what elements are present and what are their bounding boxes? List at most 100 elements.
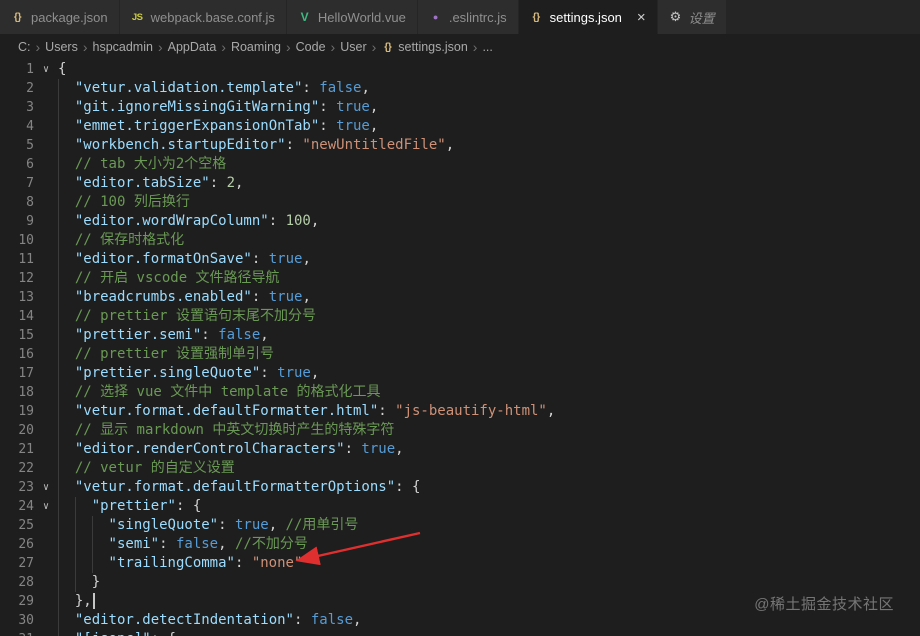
line-number: 21	[0, 440, 34, 459]
code-line-28[interactable]: 28}	[0, 573, 920, 592]
line-number: 12	[0, 269, 34, 288]
breadcrumb-item[interactable]: Roaming	[229, 40, 283, 54]
fold-chevron-icon[interactable]: ∨	[34, 60, 58, 79]
breadcrumb-separator: ›	[220, 39, 227, 55]
code-line-10[interactable]: 10// 保存时格式化	[0, 231, 920, 250]
line-number: 24	[0, 497, 34, 516]
code-text: "prettier": {	[58, 497, 201, 516]
code-text: "prettier.singleQuote": true,	[58, 364, 319, 383]
tab-eslintrc-js[interactable]: ●.eslintrc.js	[418, 0, 519, 34]
code-line-3[interactable]: 3"git.ignoreMissingGitWarning": true,	[0, 98, 920, 117]
json-file-icon: {}	[11, 11, 24, 23]
code-line-16[interactable]: 16// prettier 设置强制单引号	[0, 345, 920, 364]
line-number: 17	[0, 364, 34, 383]
line-number: 13	[0, 288, 34, 307]
code-line-20[interactable]: 20// 显示 markdown 中英文切换时产生的特殊字符	[0, 421, 920, 440]
tab-helloworld-vue[interactable]: VHelloWorld.vue	[287, 0, 418, 34]
code-line-1[interactable]: 1∨{	[0, 60, 920, 79]
code-text: "workbench.startupEditor": "newUntitledF…	[58, 136, 454, 155]
code-line-18[interactable]: 18// 选择 vue 文件中 template 的格式化工具	[0, 383, 920, 402]
json-file-icon: {}	[381, 41, 394, 53]
code-line-17[interactable]: 17 "prettier.singleQuote": true,	[0, 364, 920, 383]
line-number: 9	[0, 212, 34, 231]
code-line-22[interactable]: 22// vetur 的自定义设置	[0, 459, 920, 478]
breadcrumb-item[interactable]: User	[338, 40, 368, 54]
line-number: 30	[0, 611, 34, 630]
line-number: 19	[0, 402, 34, 421]
breadcrumb-item[interactable]: Users	[43, 40, 80, 54]
settings-file-icon: ⚙	[669, 9, 682, 25]
code-text: // tab 大小为2个空格	[58, 155, 226, 174]
line-number: 15	[0, 326, 34, 345]
tab-label: 设置	[689, 8, 715, 27]
code-text: "[jsonc]": {	[58, 630, 176, 636]
code-line-11[interactable]: 11 "editor.formatOnSave": true,	[0, 250, 920, 269]
line-number: 18	[0, 383, 34, 402]
fold-chevron-icon[interactable]: ∨	[34, 478, 58, 497]
breadcrumb-item[interactable]: AppData	[166, 40, 219, 54]
fold-spacer	[34, 592, 58, 611]
breadcrumb-item[interactable]: {}settings.json	[379, 40, 469, 54]
tab-close-icon[interactable]: ×	[637, 10, 646, 25]
fold-spacer	[34, 212, 58, 231]
code-line-23[interactable]: 23∨"vetur.format.defaultFormatterOptions…	[0, 478, 920, 497]
code-text: // 开启 vscode 文件路径导航	[58, 269, 280, 288]
tab-label: settings.json	[550, 10, 622, 25]
code-text: "singleQuote": true, //用单引号	[58, 516, 358, 535]
code-line-9[interactable]: 9"editor.wordWrapColumn": 100,	[0, 212, 920, 231]
tab-settings-ui[interactable]: ⚙ 设置	[658, 0, 727, 34]
code-line-12[interactable]: 12 // 开启 vscode 文件路径导航	[0, 269, 920, 288]
line-number: 31	[0, 630, 34, 636]
code-line-6[interactable]: 6// tab 大小为2个空格	[0, 155, 920, 174]
code-line-25[interactable]: 25"singleQuote": true, //用单引号	[0, 516, 920, 535]
tab-bar: {}package.jsonJSwebpack.base.conf.jsVHel…	[0, 0, 920, 34]
line-number: 26	[0, 535, 34, 554]
tab-settings-json[interactable]: {}settings.json×	[519, 0, 658, 34]
line-number: 10	[0, 231, 34, 250]
breadcrumb-separator: ›	[35, 39, 42, 55]
code-editor[interactable]: 1∨{2"vetur.validation.template": false,3…	[0, 60, 920, 636]
fold-spacer	[34, 155, 58, 174]
breadcrumb-item[interactable]: Code	[294, 40, 328, 54]
watermark: @稀土掘金技术社区	[754, 593, 894, 614]
code-line-15[interactable]: 15"prettier.semi": false,	[0, 326, 920, 345]
fold-spacer	[34, 383, 58, 402]
fold-spacer	[34, 326, 58, 345]
code-line-31[interactable]: 31 "[jsonc]": {	[0, 630, 920, 636]
code-line-13[interactable]: 13"breadcrumbs.enabled": true,	[0, 288, 920, 307]
breadcrumb-separator: ›	[157, 39, 164, 55]
code-text: // 显示 markdown 中英文切换时产生的特殊字符	[58, 421, 394, 440]
line-number: 16	[0, 345, 34, 364]
breadcrumb-item[interactable]: C:	[16, 40, 33, 54]
line-number: 2	[0, 79, 34, 98]
line-number: 22	[0, 459, 34, 478]
code-line-27[interactable]: 27"trailingComma": "none"	[0, 554, 920, 573]
fold-spacer	[34, 345, 58, 364]
code-line-2[interactable]: 2"vetur.validation.template": false,	[0, 79, 920, 98]
code-line-19[interactable]: 19"vetur.format.defaultFormatter.html": …	[0, 402, 920, 421]
code-line-26[interactable]: 26"semi": false, //不加分号	[0, 535, 920, 554]
code-line-8[interactable]: 8// 100 列后换行	[0, 193, 920, 212]
breadcrumb-item[interactable]: ...	[480, 40, 494, 54]
code-text: "editor.formatOnSave": true,	[58, 250, 311, 269]
line-number: 11	[0, 250, 34, 269]
tab-label: HelloWorld.vue	[318, 10, 406, 25]
tab-package-json[interactable]: {}package.json	[0, 0, 120, 34]
fold-spacer	[34, 554, 58, 573]
code-line-21[interactable]: 21"editor.renderControlCharacters": true…	[0, 440, 920, 459]
code-line-24[interactable]: 24∨"prettier": {	[0, 497, 920, 516]
code-text: }	[58, 573, 100, 592]
breadcrumb-item[interactable]: hspcadmin	[91, 40, 155, 54]
fold-spacer	[34, 174, 58, 193]
code-line-4[interactable]: 4"emmet.triggerExpansionOnTab": true,	[0, 117, 920, 136]
tab-label: webpack.base.conf.js	[151, 10, 275, 25]
code-line-5[interactable]: 5"workbench.startupEditor": "newUntitled…	[0, 136, 920, 155]
fold-chevron-icon[interactable]: ∨	[34, 497, 58, 516]
fold-spacer	[34, 516, 58, 535]
fold-spacer	[34, 421, 58, 440]
tab-webpack-base-conf-js[interactable]: JSwebpack.base.conf.js	[120, 0, 287, 34]
fold-spacer	[34, 535, 58, 554]
code-text: "emmet.triggerExpansionOnTab": true,	[58, 117, 378, 136]
code-line-7[interactable]: 7"editor.tabSize": 2,	[0, 174, 920, 193]
code-line-14[interactable]: 14// prettier 设置语句末尾不加分号	[0, 307, 920, 326]
